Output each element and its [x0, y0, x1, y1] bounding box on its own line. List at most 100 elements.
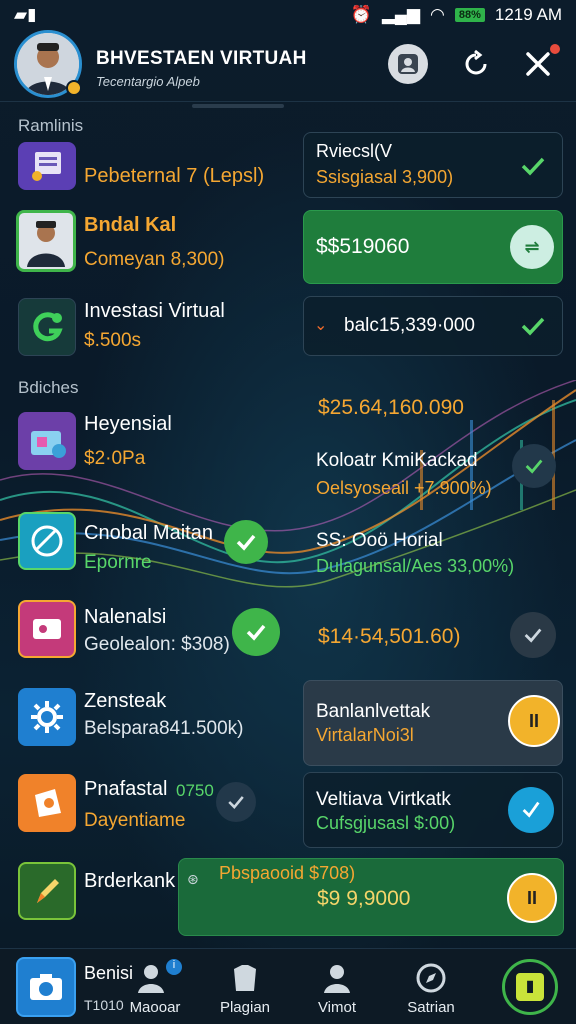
check-icon	[246, 624, 266, 641]
section-label-mid: Bdiches	[18, 378, 79, 397]
nav-item-label: Vimot	[317, 999, 357, 1016]
list-item-subtitle: $.500s	[84, 330, 142, 351]
list-item-title: Brderkank	[84, 870, 176, 892]
drag-handle[interactable]	[192, 104, 284, 108]
list-item-title: Zensteak	[84, 690, 167, 712]
list-item-badge: 0750	[176, 781, 214, 800]
list-item-subtitle: Dayentiame	[84, 810, 186, 831]
list-item-title: Pebeternal 7 (Lepsl)	[84, 165, 265, 187]
pause-button[interactable]: II	[508, 695, 560, 747]
action-button[interactable]: ⇌	[510, 225, 554, 269]
card-title: Rviecsl(V	[316, 141, 393, 161]
list-item-icon-tickets	[18, 600, 76, 658]
nav-item-sublabel: T1010	[84, 997, 124, 1013]
wallet-icon	[35, 789, 61, 817]
refresh-icon	[465, 49, 487, 75]
pause-button[interactable]: II	[507, 873, 557, 923]
balance-row-card[interactable]: ⌄ balc15,339·000	[303, 296, 563, 356]
confirm-button[interactable]	[508, 787, 554, 833]
total-amount: $9 9,9000	[317, 887, 411, 910]
info-badge-icon: i	[166, 959, 182, 975]
check-icon	[228, 796, 244, 809]
check-icon	[521, 157, 545, 176]
check-icon	[522, 801, 540, 818]
balance-card[interactable]: $$519060 ⇌	[303, 210, 563, 284]
list-item-icon-edit	[18, 862, 76, 920]
shirt-icon	[234, 965, 256, 991]
check-icon	[524, 628, 542, 643]
nav-item-camera[interactable]	[16, 957, 76, 1017]
online-badge	[66, 80, 82, 96]
list-item-subtitle: Geolealon: $308)	[84, 634, 230, 655]
list-item-avatar	[16, 210, 76, 272]
refresh-button[interactable]	[456, 44, 496, 84]
close-icon	[526, 52, 550, 76]
app-notification-icon: ▰▮	[14, 5, 37, 24]
nav-item-label: Plagian	[219, 999, 271, 1016]
battery-indicator: 88%	[454, 8, 485, 22]
section-label-top: Ramlinis	[18, 116, 84, 135]
nav-action-button[interactable]: ▮	[502, 959, 558, 1015]
nav-item-vimot[interactable]: Vimot	[302, 957, 372, 1023]
wifi-icon: ◠	[430, 5, 445, 24]
total-amount: $14·54,501.60)	[318, 625, 461, 648]
summary-card[interactable]: Rviecsl(V Ssisgiasal 3,900)	[303, 132, 563, 198]
investment-card[interactable]: Banlanlvettak VirtalarNoi3l II	[303, 680, 563, 766]
profile-button[interactable]	[388, 44, 428, 84]
transfer-icon: ⇌	[524, 236, 540, 257]
investment-card[interactable]: Veltiava Virtkatk Cufsgjusasl $:00)	[303, 772, 563, 848]
status-check[interactable]	[510, 612, 556, 658]
total-card[interactable]: ⊛ Pbspaooid $708) $9 9,9000 II	[178, 858, 564, 936]
camera-icon	[30, 974, 62, 1000]
status-check[interactable]	[216, 782, 256, 822]
user-icon	[398, 54, 418, 74]
list-item-subtitle: Pbspaooid $708)	[219, 863, 356, 883]
status-check[interactable]	[512, 444, 556, 488]
list-item-subtitle: Belspara841.500k)	[84, 718, 244, 739]
summary-subtitle: Oelsyoseail +7.900%)	[316, 478, 492, 498]
app-title: BHVESTAEN VIRTUAH	[96, 48, 307, 69]
status-check[interactable]	[224, 520, 268, 564]
app-subtitle: Tecentargio Alpeb	[96, 74, 200, 89]
list-item-title: Bndal Kal	[84, 214, 177, 236]
total-amount: $25.64,160.090	[318, 396, 464, 419]
status-check[interactable]	[232, 608, 280, 656]
list-item-title: Pnafastal	[84, 778, 168, 800]
card-title: Veltiava Virtkatk	[316, 789, 451, 810]
ticket-icon	[33, 619, 61, 639]
alarm-icon: ⏰	[350, 5, 372, 24]
status-bar: ▰▮ ⏰ ▂▄▆ ◠ 88% 1219 AM	[0, 0, 576, 30]
check-icon	[525, 459, 543, 474]
document-icon	[32, 152, 61, 181]
app-header: BHVESTAEN VIRTUAH Tecentargio Alpeb	[0, 30, 576, 102]
pause-icon: II	[526, 887, 537, 908]
globe-icon	[31, 525, 63, 557]
list-item-icon-settings	[18, 688, 76, 746]
check-icon	[236, 534, 256, 551]
nav-item-plagian[interactable]: Plagian	[210, 957, 280, 1023]
notification-dot	[548, 42, 562, 56]
summary-subtitle: Dulagunsal/Aes 33,00%)	[316, 556, 515, 576]
balance-amount: $$519060	[316, 235, 410, 258]
signal-icon: ▂▄▆	[381, 5, 421, 24]
nav-item-maooar[interactable]: i Maooar	[120, 957, 190, 1023]
list-item-icon-global	[18, 512, 76, 570]
list-item-icon-growth	[18, 298, 76, 356]
list-item-subtitle: $2·0Pa	[84, 448, 146, 469]
status-time: 1219 AM	[494, 5, 562, 24]
list-item-icon-shop	[18, 412, 76, 470]
nav-item-satrian[interactable]: Satrian	[396, 957, 466, 1023]
shop-icon	[31, 431, 66, 458]
bottom-navigation: Benisi T1010 i Maooar Plagian Vimot Satr…	[0, 948, 576, 1024]
chevron-down-icon: ⌄	[314, 317, 328, 334]
gear-icon	[31, 701, 63, 733]
person-icon	[324, 965, 350, 993]
user-icon	[138, 965, 164, 993]
list-item-subtitle: Comeyan 8,300)	[84, 249, 225, 270]
list-item-subtitle: Epornre	[84, 552, 152, 573]
menu-icon: ▮	[516, 973, 544, 1001]
nav-item-label: Satrian	[407, 999, 455, 1016]
balance-amount: balc15,339·000	[344, 315, 475, 336]
list-item-title: Investasi Virtual	[84, 300, 225, 322]
list-item-icon-documents	[18, 142, 76, 190]
